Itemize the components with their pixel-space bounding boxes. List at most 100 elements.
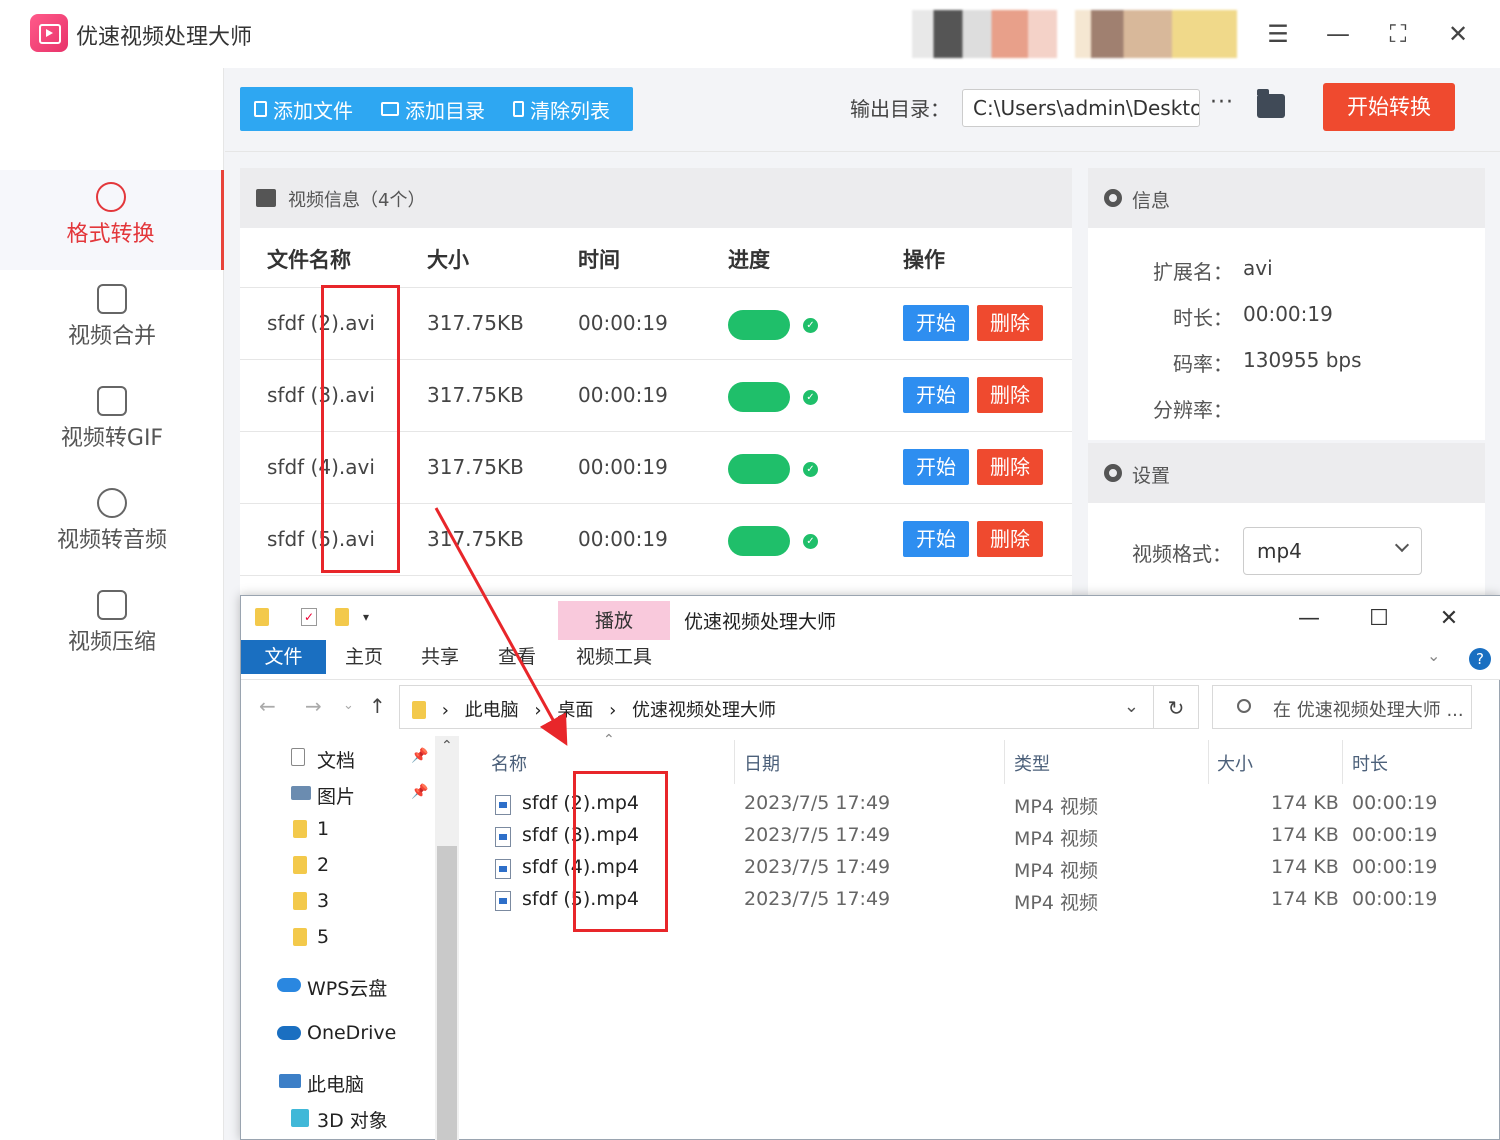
- minimize-icon[interactable]: —: [1294, 604, 1324, 634]
- add-directory-button[interactable]: 添加目录: [367, 95, 499, 124]
- address-dropdown-icon[interactable]: ⌄: [1124, 696, 1139, 717]
- column-header-size[interactable]: 大小: [1217, 750, 1253, 776]
- tab-share[interactable]: 共享: [421, 640, 459, 674]
- recent-dropdown-icon[interactable]: ⌄: [343, 698, 354, 713]
- format-value: mp4: [1257, 539, 1302, 563]
- refresh-icon[interactable]: ↻: [1154, 685, 1199, 729]
- new-folder-icon[interactable]: [335, 608, 349, 626]
- tree-item-documents[interactable]: 文档: [291, 746, 355, 773]
- tab-video-tools[interactable]: 视频工具: [558, 640, 670, 674]
- bitrate-value: 130955 bps: [1243, 348, 1362, 372]
- video-file-icon: [495, 795, 511, 815]
- ext-label: 扩展名：: [1153, 260, 1233, 284]
- minimize-icon[interactable]: —: [1322, 18, 1354, 50]
- breadcrumb-item[interactable]: 桌面: [557, 696, 593, 722]
- start-button[interactable]: 开始: [903, 377, 969, 413]
- file-size-cell: 317.75KB: [427, 527, 524, 551]
- explorer-title-bar: ✓ ▾ 播放 优速视频处理大师 — ☐ ✕: [241, 596, 1500, 641]
- delete-button[interactable]: 删除: [977, 305, 1043, 341]
- compress-icon: [97, 590, 127, 620]
- pin-icon[interactable]: 📌: [411, 748, 428, 764]
- add-file-button[interactable]: 添加文件: [240, 95, 367, 124]
- search-input[interactable]: 在 优速视频处理大师 ...: [1212, 685, 1472, 729]
- start-button[interactable]: 开始: [903, 305, 969, 341]
- start-button[interactable]: 开始: [903, 521, 969, 557]
- forward-arrow-icon[interactable]: →: [305, 694, 322, 718]
- tree-item-pictures[interactable]: 图片: [291, 782, 355, 809]
- play-context-tab[interactable]: 播放: [558, 601, 670, 641]
- tree-item-this-pc[interactable]: 此电脑: [279, 1070, 364, 1097]
- delete-button[interactable]: 删除: [977, 377, 1043, 413]
- column-header-name: 文件名称: [267, 248, 351, 272]
- nav-scrollbar[interactable]: ⌃: [435, 736, 459, 1140]
- wps-cloud-icon: [277, 978, 301, 992]
- clear-list-button[interactable]: 清除列表: [499, 95, 624, 124]
- help-icon[interactable]: ?: [1469, 648, 1491, 670]
- tree-item-wps-cloud[interactable]: WPS云盘: [277, 974, 387, 1001]
- blurred-user-avatar: [912, 10, 1057, 58]
- quick-access-dropdown-icon[interactable]: ▾: [363, 610, 369, 624]
- navigation-pane: 文档 📌 图片 📌 1 2 3 5 WPS云盘 OneDrive 此电脑 3D …: [241, 736, 459, 1140]
- start-convert-button[interactable]: 开始转换: [1323, 83, 1455, 131]
- column-header-size: 大小: [427, 248, 469, 272]
- video-file-icon: [495, 859, 511, 879]
- back-arrow-icon[interactable]: ←: [259, 694, 276, 718]
- annotation-box-avi: [321, 285, 400, 573]
- menu-icon[interactable]: ☰: [1262, 18, 1294, 50]
- sidebar-item-format-convert[interactable]: 格式转换: [0, 170, 224, 270]
- column-header-date[interactable]: 日期: [744, 750, 780, 776]
- fullscreen-icon[interactable]: ⛶: [1382, 18, 1414, 50]
- sidebar-item-compress[interactable]: 视频压缩: [0, 578, 224, 678]
- file-time-cell: 00:00:19: [578, 311, 668, 335]
- tree-item-folder-2[interactable]: 2: [293, 854, 329, 876]
- file-size: 174 KB: [1271, 792, 1339, 814]
- tab-home[interactable]: 主页: [345, 640, 383, 674]
- maximize-icon[interactable]: ☐: [1364, 604, 1394, 634]
- more-options-button[interactable]: ···: [1210, 90, 1234, 115]
- folder-icon: [293, 892, 307, 910]
- output-dir-input[interactable]: C:\Users\admin\Deskto: [962, 89, 1200, 127]
- breadcrumb-item[interactable]: 优速视频处理大师: [632, 696, 776, 722]
- column-header-type[interactable]: 类型: [1014, 750, 1050, 776]
- file-size: 174 KB: [1271, 824, 1339, 846]
- delete-button[interactable]: 删除: [977, 449, 1043, 485]
- tree-item-folder-3[interactable]: 3: [293, 890, 329, 912]
- tab-file[interactable]: 文件: [241, 640, 326, 674]
- tree-item-onedrive[interactable]: OneDrive: [277, 1022, 396, 1044]
- sidebar-item-merge[interactable]: 视频合并: [0, 272, 224, 372]
- output-dir-label: 输出目录：: [850, 97, 950, 121]
- start-button[interactable]: 开始: [903, 449, 969, 485]
- folder-icon: [412, 701, 426, 719]
- up-arrow-icon[interactable]: ↑: [369, 694, 386, 718]
- file-date: 2023/7/5 17:49: [744, 888, 891, 910]
- checklist-icon[interactable]: ✓: [301, 608, 317, 626]
- tab-view[interactable]: 查看: [498, 640, 536, 674]
- pin-icon[interactable]: 📌: [411, 784, 428, 800]
- address-bar[interactable]: › 此电脑 › 桌面 › 优速视频处理大师 ⌄: [399, 685, 1154, 729]
- video-format-select[interactable]: mp4: [1243, 527, 1422, 575]
- file-type: MP4 视频: [1014, 860, 1098, 882]
- tree-item-3d-objects[interactable]: 3D 对象: [291, 1106, 388, 1133]
- gear-icon: [1104, 189, 1122, 207]
- column-header-name[interactable]: 名称: [491, 750, 527, 776]
- scroll-up-icon[interactable]: ⌃: [441, 738, 453, 754]
- sidebar-item-audio[interactable]: 视频转音频: [0, 476, 224, 576]
- settings-title: 设置: [1132, 465, 1171, 487]
- tree-item-folder-1[interactable]: 1: [293, 818, 329, 840]
- ribbon-expand-icon[interactable]: ⌄: [1427, 646, 1440, 665]
- breadcrumb-item[interactable]: 此电脑: [465, 696, 519, 722]
- video-list-title: 视频信息（4个）: [288, 190, 426, 211]
- clear-list-label: 清除列表: [530, 98, 610, 123]
- computer-icon: [279, 1074, 301, 1088]
- sidebar-item-gif[interactable]: 视频转GIF: [0, 374, 224, 474]
- delete-button[interactable]: 删除: [977, 521, 1043, 557]
- scroll-thumb[interactable]: [437, 846, 457, 1140]
- file-time-cell: 00:00:19: [578, 455, 668, 479]
- open-folder-icon[interactable]: [1257, 89, 1285, 118]
- check-icon: ✓: [803, 462, 818, 477]
- tree-item-folder-5[interactable]: 5: [293, 926, 329, 948]
- close-icon[interactable]: ✕: [1442, 18, 1474, 50]
- close-icon[interactable]: ✕: [1434, 604, 1464, 634]
- column-header-duration[interactable]: 时长: [1352, 750, 1388, 776]
- bitrate-label: 码率：: [1173, 352, 1233, 376]
